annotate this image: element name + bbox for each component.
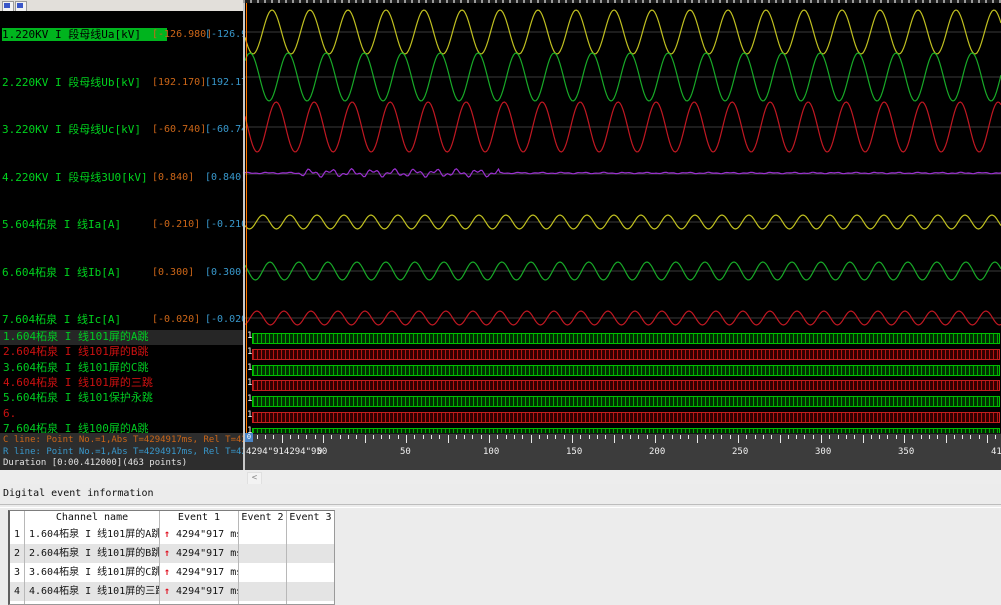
channel-list-panel: 1.220KV I 段母线Ua[kV][-126.980][-126.980] …	[0, 11, 243, 470]
channel-name[interactable]: 6.604柘泉 I 线Ib[A]	[2, 266, 121, 279]
digital-state-bar	[252, 412, 1000, 423]
digital-state-value: 1	[247, 331, 252, 341]
r-line-status: R line: Point No.=1,Abs T=4294917ms, Rel…	[3, 447, 243, 457]
analog-channel-row[interactable]: 6.604柘泉 I 线Ib[A] [0.300] [0.300]	[0, 266, 243, 279]
digital-state-bar	[252, 396, 1000, 407]
cursor-value-r: [-126.980]	[205, 28, 243, 41]
channel-name[interactable]: 1.220KV I 段母线Ua[kV]	[2, 28, 167, 41]
cursor-value-r: [-60.740]	[205, 123, 243, 136]
digital-state-value: 1	[247, 378, 252, 388]
ruler-tick-label: 250	[732, 447, 748, 457]
waveform-plot-panel[interactable]: 1 1 1 1 1 1 1 4294"914294"950 0501001502…	[245, 3, 1001, 470]
digital-channel-label[interactable]: 6.	[0, 407, 243, 422]
cursor-status-bar: C line: Point No.=1,Abs T=4294917ms, Rel…	[0, 433, 243, 470]
table-row[interactable]: 44.604柘泉 I 线101屏的三跳↑4294"917 ms	[10, 582, 334, 601]
digital-channel-label[interactable]: 3.604柘泉 I 线101屏的C跳	[0, 361, 243, 376]
trip-up-arrow-icon: ↑	[164, 548, 170, 559]
digital-state-value: 1	[247, 363, 252, 373]
digital-state-bar	[252, 380, 1000, 391]
digital-state-value: 1	[247, 410, 252, 420]
header-event-3: Event 3	[287, 511, 335, 525]
header-event-1: Event 1	[160, 511, 239, 525]
ruler-end-label: 41	[991, 447, 1001, 457]
digital-channel-label[interactable]: 2.604柘泉 I 线101屏的B跳	[0, 345, 243, 360]
ruler-tick-label: 350	[898, 447, 914, 457]
digital-state-value: 1	[247, 394, 252, 404]
digital-state-bar	[252, 365, 1000, 376]
ruler-tick-label: 300	[815, 447, 831, 457]
cursor-value-r: [-0.020]	[205, 313, 243, 326]
header-index	[10, 511, 25, 525]
ruler-abs-time-label: 4294"914294"950	[246, 447, 327, 457]
channel-name[interactable]: 5.604柘泉 I 线Ia[A]	[2, 218, 121, 231]
digital-trace-row: 1	[245, 349, 1001, 361]
duration-status: Duration [0:00.412000](463 points)	[3, 458, 187, 468]
digital-trace-row: 1	[245, 333, 1001, 345]
analog-channel-row[interactable]: 3.220KV I 段母线Uc[kV] [-60.740][-60.740]	[0, 123, 243, 136]
cursor-position-marker[interactable]: 0	[245, 433, 253, 442]
table-row[interactable]: 22.604柘泉 I 线101屏的B跳↑4294"917 ms	[10, 544, 334, 563]
table-row[interactable]: 33.604柘泉 I 线101屏的C跳↑4294"917 ms	[10, 563, 334, 582]
ruler-tick-label: 100	[483, 447, 499, 457]
time-ruler[interactable]: 4294"914294"950 0 50 100 150 200 250 300 350 41	[245, 433, 1001, 470]
ruler-tick-label: 0	[317, 447, 322, 457]
channel-name[interactable]: 3.220KV I 段母线Uc[kV]	[2, 123, 141, 136]
digital-state-value: 1	[247, 347, 252, 357]
channel-name[interactable]: 2.220KV I 段母线Ub[kV]	[2, 76, 141, 89]
digital-trace-row: 1	[245, 380, 1001, 392]
digital-channel-label[interactable]: 1.604柘泉 I 线101屏的A跳	[0, 330, 243, 345]
trip-up-arrow-icon: ↑	[164, 586, 170, 597]
analog-waveforms	[245, 3, 1001, 333]
cursor-value-c: [192.170]	[152, 76, 206, 89]
analog-channel-row[interactable]: 4.220KV I 段母线3U0[kV] [0.840] [0.840]	[0, 171, 243, 184]
digital-channel-label[interactable]: 4.604柘泉 I 线101屏的三跳	[0, 376, 243, 391]
cursor-value-r: [-0.210]	[205, 218, 243, 231]
channel-name[interactable]: 4.220KV I 段母线3U0[kV]	[2, 171, 148, 184]
table-row[interactable]: 11.604柘泉 I 线101屏的A跳↑4294"917 ms	[10, 525, 334, 544]
trip-up-arrow-icon: ↑	[164, 529, 170, 540]
c-line-status: C line: Point No.=1,Abs T=4294917ms, Rel…	[3, 435, 243, 445]
cursor-value-c: [0.840]	[152, 171, 194, 184]
digital-channel-label[interactable]: 5.604柘泉 I 线101保护永跳	[0, 391, 243, 406]
header-channel-name: Channel name	[25, 511, 160, 525]
digital-trace-row: 1	[245, 412, 1001, 424]
ruler-tick-label: 50	[400, 447, 411, 457]
waveform-analyzer-window: 1.220KV I 段母线Ua[kV][-126.980][-126.980] …	[0, 0, 1001, 605]
cursor-value-c: [-60.740]	[152, 123, 206, 136]
cursor-value-c: [-126.980]	[152, 28, 212, 41]
horizontal-scrollbar[interactable]: <	[0, 470, 1001, 485]
digital-state-bar	[252, 333, 1000, 344]
cursor-value-r: [0.840]	[205, 171, 243, 184]
cursor-value-r: [0.300]	[205, 266, 243, 279]
digital-event-table[interactable]: Channel name Event 1 Event 2 Event 3 11.…	[8, 510, 335, 605]
analog-channel-row[interactable]: 5.604柘泉 I 线Ia[A] [-0.210] [-0.210]	[0, 218, 243, 231]
header-event-2: Event 2	[239, 511, 287, 525]
section-divider	[0, 504, 1001, 508]
cursor-value-c: [0.300]	[152, 266, 194, 279]
cursor-value-c: [-0.210]	[152, 218, 200, 231]
ruler-tick-label: 200	[649, 447, 665, 457]
table-header-row: Channel name Event 1 Event 2 Event 3	[10, 511, 334, 525]
digital-trace-row: 1	[245, 396, 1001, 408]
analog-channel-row[interactable]: 2.220KV I 段母线Ub[kV] [192.170][192.170]	[0, 76, 243, 89]
ruler-tick-label: 150	[566, 447, 582, 457]
channel-name[interactable]: 7.604柘泉 I 线Ic[A]	[2, 313, 121, 326]
digital-state-bar	[252, 349, 1000, 360]
digital-event-section: Digital event information Channel name E…	[0, 484, 1001, 605]
cursor-value-r: [192.170]	[205, 76, 243, 89]
digital-trace-row: 1	[245, 365, 1001, 377]
trip-up-arrow-icon: ↑	[164, 567, 170, 578]
analog-channel-row[interactable]: 1.220KV I 段母线Ua[kV][-126.980][-126.980]	[0, 28, 243, 41]
analog-channel-row[interactable]: 7.604柘泉 I 线Ic[A] [-0.020] [-0.020]	[0, 313, 243, 326]
cursor-value-c: [-0.020]	[152, 313, 200, 326]
section-title: Digital event information	[3, 488, 154, 499]
table-row[interactable]: 55.604柘泉 I 线101保护永跳↑4294"917 ms	[10, 601, 334, 605]
